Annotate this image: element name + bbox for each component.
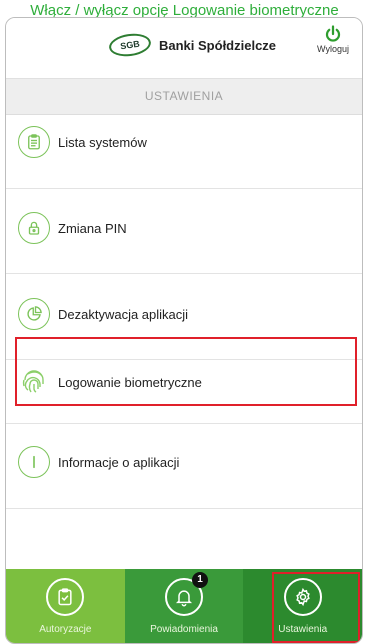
- divider: [6, 423, 362, 424]
- highlight-frame: [15, 337, 357, 406]
- power-icon: [312, 25, 354, 43]
- notification-badge: 1: [192, 572, 208, 588]
- menu-item-dezaktywacja[interactable]: Dezaktywacja aplikacji: [6, 290, 362, 338]
- tab-label: Autoryzacje: [39, 624, 92, 635]
- phone-screen: SGB Banki Spółdzielcze Wyloguj USTAWIENI…: [5, 17, 363, 644]
- menu-item-lista-systemow[interactable]: Lista systemów: [6, 118, 362, 166]
- sgb-logo-mark: SGB: [107, 31, 153, 59]
- brand-name: Banki Spółdzielcze: [159, 37, 277, 53]
- logout-button[interactable]: Wyloguj: [312, 25, 354, 54]
- lock-icon: [18, 212, 50, 244]
- pie-chart-icon: [18, 298, 50, 330]
- list-icon: [18, 126, 50, 158]
- bell-icon: 1: [165, 572, 208, 616]
- clipboard-check-icon: [46, 578, 85, 616]
- divider: [6, 188, 362, 189]
- menu-item-label: Dezaktywacja aplikacji: [58, 306, 189, 322]
- menu-item-label: Lista systemów: [58, 134, 147, 150]
- section-title: USTAWIENIA: [6, 79, 362, 115]
- bank-logo: SGB Banki Spółdzielcze: [107, 31, 277, 59]
- divider: [6, 273, 362, 274]
- tab-autoryzacje[interactable]: Autoryzacje: [6, 569, 125, 643]
- app-header: SGB Banki Spółdzielcze Wyloguj: [6, 18, 362, 79]
- menu-item-label: Zmiana PIN: [58, 220, 127, 236]
- menu-item-label: Informacje o aplikacji: [58, 454, 180, 470]
- tab-powiadomienia[interactable]: 1 Powiadomienia: [124, 569, 244, 643]
- info-icon: [18, 446, 50, 478]
- highlight-frame-settings-tab: [272, 572, 360, 643]
- tab-label: Powiadomienia: [150, 624, 218, 635]
- menu-item-zmiana-pin[interactable]: Zmiana PIN: [6, 204, 362, 252]
- logout-label: Wyloguj: [317, 44, 349, 54]
- menu-item-informacje[interactable]: Informacje o aplikacji: [6, 438, 362, 486]
- divider: [6, 508, 362, 509]
